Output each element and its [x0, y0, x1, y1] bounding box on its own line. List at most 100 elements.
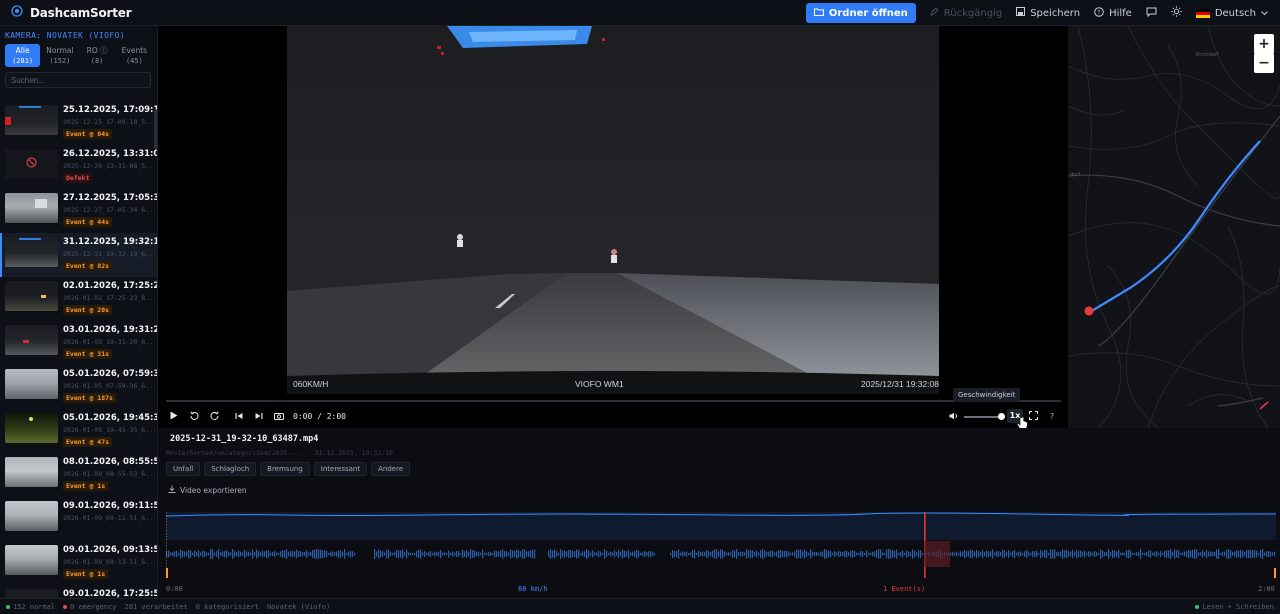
- waveform-bar: [566, 551, 568, 557]
- sidebar-scrollbar[interactable]: [154, 109, 157, 149]
- mute-button[interactable]: [947, 410, 959, 422]
- waveform-bar: [1134, 552, 1136, 556]
- speed-timeline[interactable]: [165, 512, 1277, 578]
- language-select[interactable]: Deutsch: [1195, 8, 1268, 19]
- waveform-bar: [896, 549, 898, 559]
- waveform-bar: [412, 552, 414, 556]
- clip-item[interactable]: 09.01.2026, 17:25:50: [0, 585, 157, 598]
- waveform-bar: [1228, 549, 1230, 559]
- waveform-bar: [438, 551, 440, 557]
- timeline-end-label: 2:00: [1258, 585, 1275, 593]
- waveform-bar: [408, 552, 410, 556]
- shortcuts-help-button[interactable]: ?: [1046, 410, 1058, 422]
- sun-icon: [1171, 6, 1182, 20]
- waveform-bar: [1046, 549, 1048, 559]
- fullscreen-icon: [1028, 410, 1038, 423]
- filter-tab-events[interactable]: Events (45): [117, 44, 152, 67]
- waveform-bar: [796, 549, 798, 559]
- waveform-bar: [900, 551, 902, 557]
- open-folder-button[interactable]: Ordner öffnen: [805, 3, 916, 23]
- waveform-bar: [1072, 549, 1074, 559]
- waveform-bar: [170, 552, 172, 556]
- waveform-bar: [476, 551, 478, 557]
- waveform-bar: [506, 551, 508, 557]
- clip-item[interactable]: 05.01.2026, 07:59:36 2026-01-05_07-59-36…: [0, 365, 157, 409]
- waveform-bar: [616, 552, 618, 556]
- waveform-bar: [176, 550, 178, 558]
- help-button[interactable]: ? Hilfe: [1094, 6, 1132, 20]
- clip-date: 09.01.2026, 09:11:51: [63, 501, 158, 511]
- waveform-bar: [574, 551, 576, 557]
- video-frame[interactable]: 060KM/H VIOFO WM1 2025/12/31 19:32:08: [287, 26, 939, 394]
- play-button[interactable]: [168, 410, 180, 422]
- waveform-bar: [1032, 551, 1034, 557]
- snapshot-button[interactable]: [273, 410, 285, 422]
- event-badge: Event @ 31s: [63, 349, 113, 359]
- waveform-bar: [1028, 551, 1030, 557]
- waveform-bar: [874, 551, 876, 557]
- clip-date: 25.12.2025, 17:09:10: [63, 105, 158, 115]
- theme-toggle-button[interactable]: [1171, 6, 1182, 20]
- filter-tab-all[interactable]: Alle (281): [5, 44, 41, 67]
- gps-map[interactable]: Kirchdorf dorf + −: [1068, 26, 1280, 428]
- status-mode-text: Lesen + Schreiben: [1202, 602, 1274, 611]
- clip-item[interactable]: 02.01.2026, 17:25:23 2026-01-02_17-25-23…: [0, 277, 157, 321]
- redo-button[interactable]: Rückgängig: [929, 7, 1002, 19]
- waveform-bar: [1082, 551, 1084, 557]
- waveform-bar: [298, 551, 300, 557]
- waveform-bar: [652, 551, 654, 557]
- waveform-bar: [1178, 550, 1180, 558]
- clip-search-input[interactable]: [5, 72, 151, 88]
- category-button-interessant[interactable]: Interessant: [313, 462, 368, 476]
- waveform-bar: [970, 549, 972, 559]
- category-button-andere[interactable]: Andere: [371, 462, 411, 476]
- download-icon: [168, 485, 176, 495]
- clip-item-selected[interactable]: 31.12.2025, 19:32:10 2025-12-31_19-32-10…: [0, 233, 157, 277]
- waveform-bar: [1042, 551, 1044, 557]
- seek-bar[interactable]: [166, 400, 1061, 402]
- waveform-bar: [818, 552, 820, 556]
- app-window: DashcamSorter Ordner öffnen Rückgängig S…: [0, 0, 1280, 614]
- volume-slider[interactable]: [964, 416, 1002, 418]
- waveform-bar: [568, 549, 570, 559]
- clip-item[interactable]: 26.12.2025, 13:31:08 2025-12-26_13-31-08…: [0, 145, 157, 189]
- clip-item[interactable]: 09.01.2026, 09:11:51 2026-01-09_09-11-51…: [0, 497, 157, 541]
- clip-item[interactable]: 03.01.2026, 19:31:20 2026-01-03_19-31-20…: [0, 321, 157, 365]
- waveform-bar: [880, 549, 882, 559]
- waveform-bar: [1194, 549, 1196, 559]
- fullscreen-button[interactable]: [1027, 410, 1039, 422]
- forward-button[interactable]: [208, 410, 220, 422]
- feedback-button[interactable]: [1146, 7, 1157, 20]
- waveform-bar: [1240, 549, 1242, 559]
- rewind-button[interactable]: [188, 410, 200, 422]
- clip-thumbnail: [5, 325, 58, 355]
- waveform-bar: [798, 549, 800, 559]
- clip-thumbnail: [5, 545, 58, 575]
- waveform-bar: [206, 552, 208, 556]
- status-camera: Novatek (Viofo): [266, 602, 331, 611]
- waveform-bar: [1266, 551, 1268, 557]
- waveform-bar: [1060, 551, 1062, 557]
- previous-clip-button[interactable]: [233, 410, 245, 422]
- clip-item[interactable]: 09.01.2026, 09:13:51 2026-01-09_09-13-51…: [0, 541, 157, 585]
- save-button[interactable]: Speichern: [1016, 7, 1080, 19]
- filter-tab-normal[interactable]: Normal (152): [42, 44, 77, 67]
- waveform-bar: [388, 549, 390, 559]
- export-video-button[interactable]: Video exportieren: [168, 485, 247, 495]
- waveform-bar: [608, 552, 610, 556]
- filter-tab-ro[interactable]: RO ⓘ (8): [80, 44, 115, 67]
- category-button-schlagloch[interactable]: Schlagloch: [204, 462, 257, 476]
- clip-item[interactable]: 08.01.2026, 08:55:53 2026-01-08_08-55-53…: [0, 453, 157, 497]
- waveform-bar: [898, 552, 900, 556]
- map-zoom-in-button[interactable]: +: [1254, 34, 1274, 54]
- clip-filename: 2025-12-31_19-32-10_6...: [63, 250, 155, 258]
- waveform-bar: [1010, 552, 1012, 556]
- category-button-bremsung[interactable]: Bremsung: [260, 462, 310, 476]
- next-clip-button[interactable]: [253, 410, 265, 422]
- map-zoom-out-button[interactable]: −: [1254, 53, 1274, 73]
- clip-item[interactable]: 27.12.2025, 17:05:34 2025-12-27_17-05-34…: [0, 189, 157, 233]
- clip-item[interactable]: 25.12.2025, 17:09:10 2025-12-25_17-09-10…: [0, 101, 157, 145]
- category-button-unfall[interactable]: Unfall: [166, 462, 201, 476]
- clip-item[interactable]: 05.01.2026, 19:45:35 2026-01-05_19-45-35…: [0, 409, 157, 453]
- volume-slider-handle[interactable]: [998, 413, 1005, 420]
